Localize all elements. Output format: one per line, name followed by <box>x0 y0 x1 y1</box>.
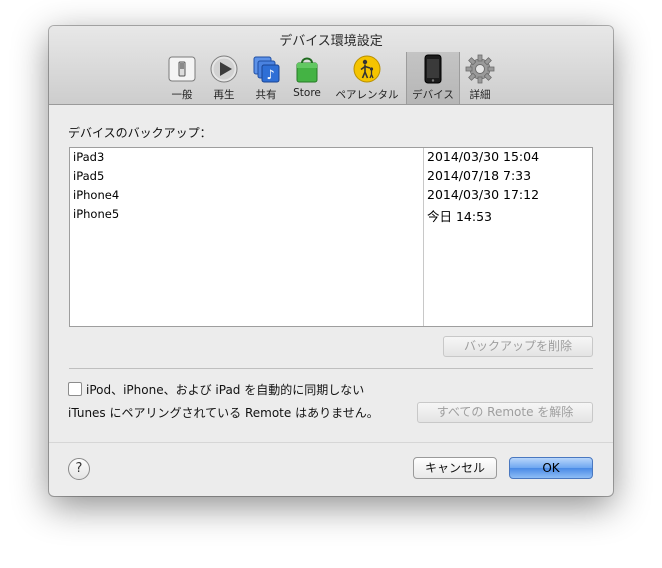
unpair-remotes-button[interactable]: すべての Remote を解除 <box>417 402 593 423</box>
table-row[interactable]: iPhone4 2014/03/30 17:12 <box>70 186 592 205</box>
gear-icon <box>465 54 495 84</box>
toolbar-item-general[interactable]: 一般 <box>165 52 199 102</box>
preferences-window: デバイス環境設定 一般 再生 ♪ 共有 Store ペアレンタル デバイス 詳細… <box>49 26 613 496</box>
toolbar-label-sharing: 共有 <box>255 89 277 101</box>
backup-list[interactable]: iPad3 2014/03/30 15:04 iPad5 2014/07/18 … <box>69 147 593 327</box>
backup-date: 今日 14:53 <box>427 209 492 224</box>
toolbar-item-store[interactable]: Store <box>289 52 325 102</box>
auto-sync-label: iPod、iPhone、および iPad を自動的に同期しない <box>86 383 365 397</box>
backups-section-label: デバイスのバックアップ： <box>68 126 212 140</box>
backup-device-name: iPad5 <box>73 169 105 183</box>
table-row[interactable]: iPad5 2014/07/18 7:33 <box>70 167 592 186</box>
table-row[interactable]: iPhone5 今日 14:53 <box>70 205 592 224</box>
toolbar-item-sharing[interactable]: ♪ 共有 <box>249 52 283 102</box>
parental-icon <box>353 55 381 83</box>
backup-device-name: iPad3 <box>73 150 105 164</box>
backup-date: 2014/07/18 7:33 <box>427 168 532 183</box>
window-title: デバイス環境設定 <box>279 34 383 49</box>
cancel-button[interactable]: キャンセル <box>413 457 497 479</box>
store-bag-icon <box>296 57 318 83</box>
toolbar-label-advanced: 詳細 <box>469 89 491 101</box>
toolbar-label-store: Store <box>293 87 321 99</box>
delete-backup-button[interactable]: バックアップを削除 <box>443 336 593 357</box>
auto-sync-checkbox[interactable] <box>68 382 82 396</box>
section-separator <box>69 368 593 369</box>
backup-date: 2014/03/30 15:04 <box>427 149 540 164</box>
toolbar-label-devices: デバイス <box>412 89 454 101</box>
play-icon <box>210 55 238 83</box>
remote-status-text: iTunes にペアリングされている Remote はありません。 <box>68 406 379 420</box>
toolbar-label-general: 一般 <box>171 89 193 101</box>
sharing-icon: ♪ <box>253 56 280 83</box>
general-switch-icon <box>168 56 196 82</box>
backup-device-name: iPhone4 <box>73 188 120 202</box>
toolbar-label-parental: ペアレンタル <box>335 89 399 101</box>
svg-text:♪: ♪ <box>266 68 274 83</box>
table-row[interactable]: iPad3 2014/03/30 15:04 <box>70 148 592 167</box>
help-button[interactable]: ? <box>68 458 90 480</box>
footer-separator <box>49 442 613 443</box>
preferences-toolbar: デバイス環境設定 一般 再生 ♪ 共有 Store ペアレンタル デバイス 詳細 <box>49 26 613 105</box>
backup-date: 2014/03/30 17:12 <box>427 187 540 202</box>
toolbar-item-advanced[interactable]: 詳細 <box>463 52 497 102</box>
toolbar-item-devices[interactable]: デバイス <box>406 52 460 104</box>
toolbar-item-playback[interactable]: 再生 <box>207 52 241 102</box>
iphone-icon <box>424 54 442 84</box>
ok-button[interactable]: OK <box>509 457 593 479</box>
toolbar-label-playback: 再生 <box>213 89 235 101</box>
backup-device-name: iPhone5 <box>73 207 120 221</box>
toolbar-item-parental[interactable]: ペアレンタル <box>332 52 402 102</box>
